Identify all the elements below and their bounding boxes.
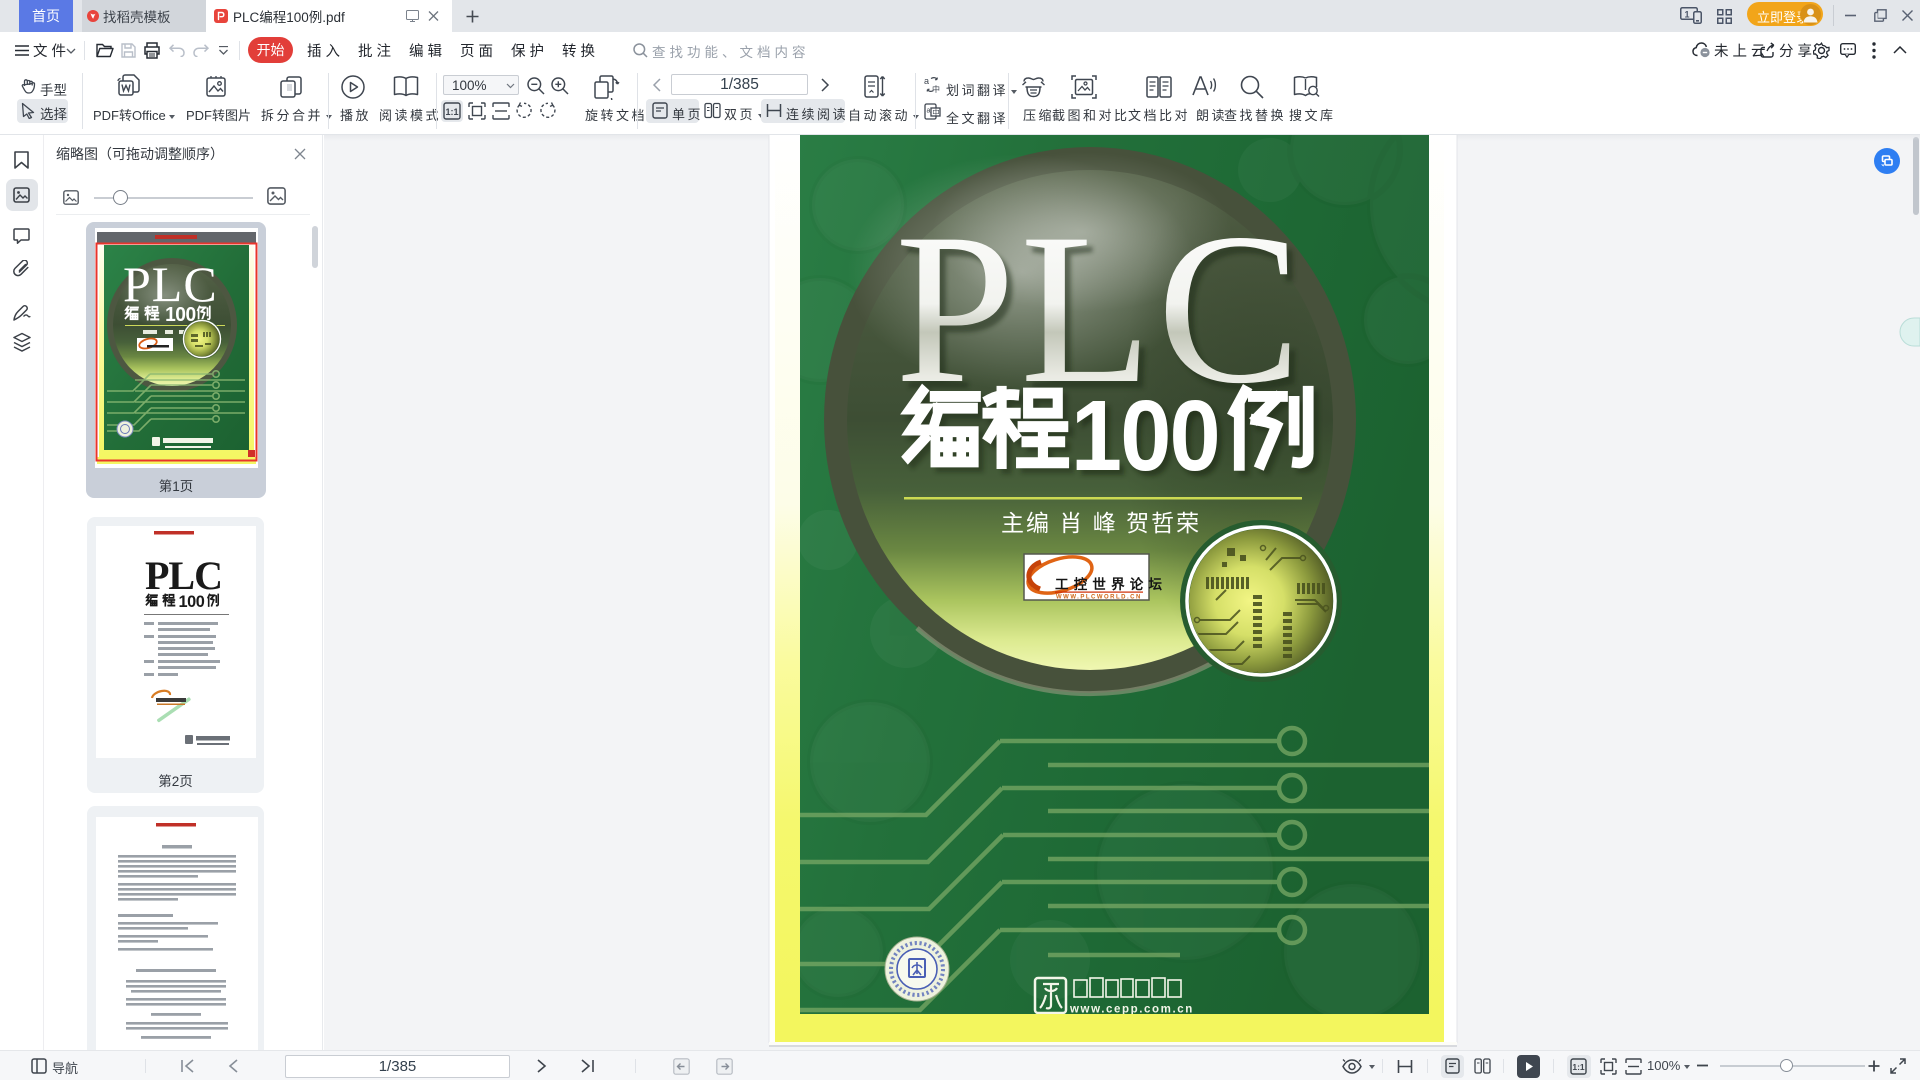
svg-text:100: 100 bbox=[1071, 380, 1219, 491]
svg-text:1:1: 1:1 bbox=[445, 107, 458, 117]
svg-text:a: a bbox=[924, 76, 929, 86]
svg-text:www.cepp.com.cn: www.cepp.com.cn bbox=[1069, 1004, 1194, 1016]
svg-text:中: 中 bbox=[932, 107, 940, 117]
svg-text:WWW.PLCWORLD.CN: WWW.PLCWORLD.CN bbox=[1056, 595, 1142, 601]
svg-text:1:1: 1:1 bbox=[1572, 1062, 1585, 1072]
svg-text:中: 中 bbox=[932, 84, 940, 93]
svg-text:100: 100 bbox=[179, 592, 205, 611]
svg-text:工控世界论坛: 工控世界论坛 bbox=[1055, 576, 1167, 592]
svg-text:1: 1 bbox=[1684, 10, 1689, 20]
svg-text:a: a bbox=[927, 108, 931, 115]
svg-text:主编 肖 峰 贺哲荣: 主编 肖 峰 贺哲荣 bbox=[1001, 510, 1201, 536]
